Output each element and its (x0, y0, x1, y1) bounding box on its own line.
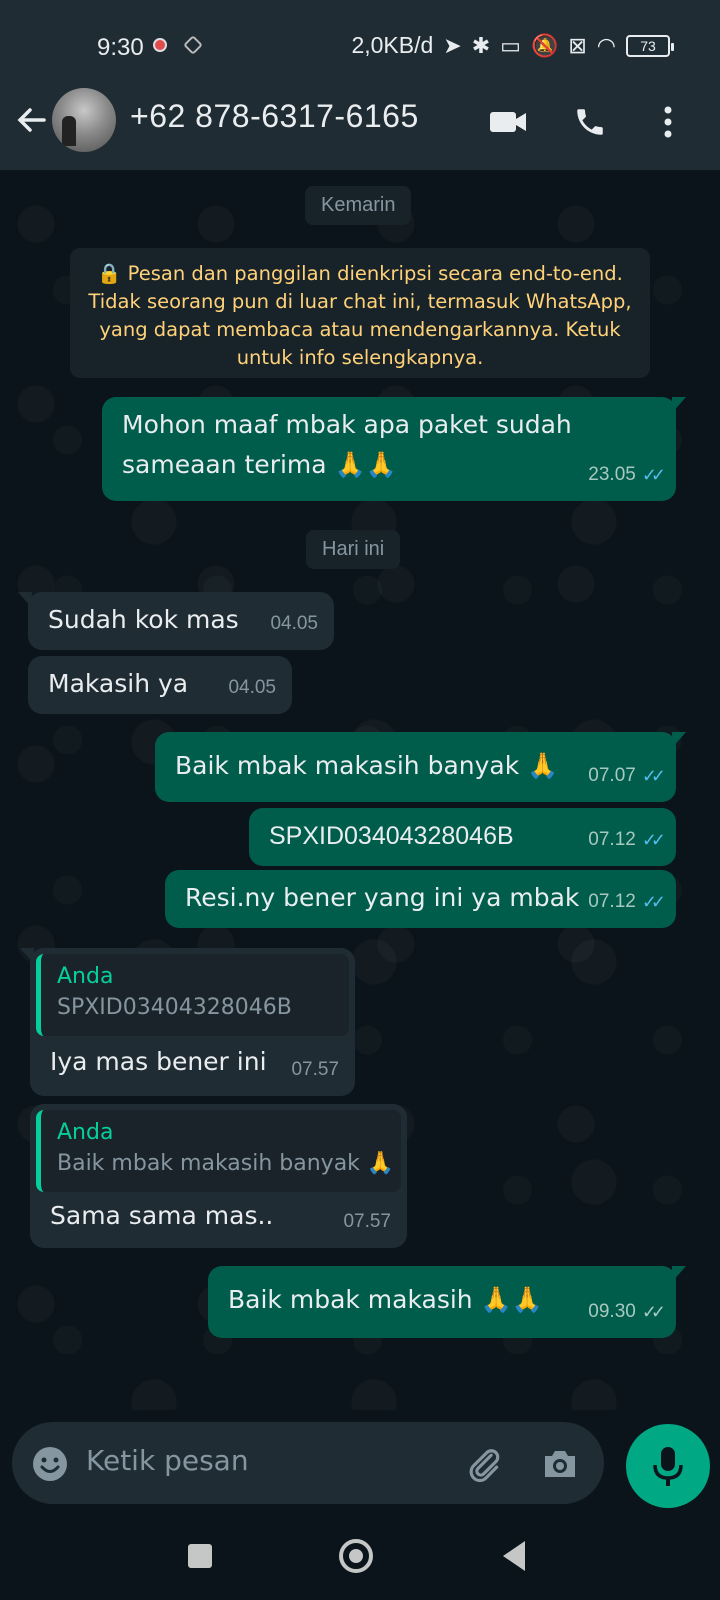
message-text: Makasih ya (48, 669, 189, 698)
message-time: 07.57 (291, 1059, 339, 1080)
message-meta: 04.05 (228, 668, 276, 708)
message-bubble-incoming-reply[interactable]: Anda Baik mbak makasih banyak 🙏 Sama sam… (30, 1104, 407, 1248)
message-composer: Ketik pesan (12, 1422, 604, 1504)
bubble-tail (672, 732, 686, 748)
vibrate-icon: ▭ (500, 32, 521, 58)
message-meta: 07.12 ✓✓ (588, 820, 666, 860)
message-meta: 09.30 ✓✓ (588, 1292, 666, 1332)
bluetooth-icon: ✱ (471, 32, 491, 58)
more-vert-icon[interactable] (646, 100, 690, 144)
network-speed: 2,0KB/d (351, 32, 434, 58)
message-bubble-outgoing[interactable]: Mohon maaf mbak apa paket sudah sameaan … (102, 397, 686, 501)
message-bubble-incoming-reply[interactable]: Anda SPXID03404328046B Iya mas bener ini… (20, 948, 355, 1096)
message-input[interactable]: Ketik pesan (86, 1444, 249, 1477)
mute-icon: 🔕 (530, 32, 559, 58)
message-meta: 07.57 (343, 1202, 391, 1242)
bubble-tail (20, 948, 34, 964)
chat-area[interactable]: Kemarin 🔒 Pesan dan panggilan dienkripsi… (0, 170, 720, 1410)
message-time: 04.05 (228, 677, 276, 698)
message-time: 07.12 (588, 829, 636, 850)
notification-icon (153, 38, 167, 52)
bubble-tail (672, 1266, 686, 1282)
encryption-notice[interactable]: 🔒 Pesan dan panggilan dienkripsi secara … (70, 248, 650, 378)
message-text: Mohon maaf mbak apa paket sudah sameaan … (122, 410, 572, 479)
message-bubble-outgoing[interactable]: Resi.ny bener yang ini ya mbak 07.12 ✓✓ (165, 870, 676, 928)
message-bubble-incoming[interactable]: Sudah kok mas 04.05 (18, 592, 334, 650)
quote-author: Anda (57, 964, 114, 989)
back-button[interactable] (492, 1534, 536, 1578)
delivered-ticks-icon: ✓✓ (641, 1302, 666, 1322)
sync-icon (183, 35, 203, 55)
message-time: 09.30 (588, 1301, 636, 1322)
quote-author: Anda (57, 1120, 114, 1145)
system-nav-bar (0, 1510, 720, 1600)
date-chip-today: Hari ini (306, 530, 401, 569)
emoji-icon[interactable] (28, 1442, 72, 1486)
message-text: SPXID03404328046B (269, 822, 514, 850)
battery-icon: 73 (626, 34, 674, 57)
message-bubble-incoming[interactable]: Makasih ya 04.05 (28, 656, 292, 714)
attach-icon[interactable] (462, 1442, 506, 1486)
message-meta: 07.57 (291, 1050, 339, 1090)
home-button[interactable] (334, 1534, 378, 1578)
message-text: Baik mbak makasih 🙏🙏 (228, 1285, 543, 1314)
camera-icon[interactable] (538, 1442, 582, 1486)
contact-name[interactable]: +62 878-6317-6165 (130, 98, 419, 135)
status-time: 9:30 (97, 34, 144, 61)
message-text: Iya mas bener ini (50, 1047, 267, 1076)
quoted-message[interactable]: Anda SPXID03404328046B (36, 954, 349, 1036)
quote-text: Baik mbak makasih banyak 🙏 (57, 1151, 395, 1176)
quote-text: SPXID03404328046B (57, 995, 292, 1020)
mic-icon (653, 1447, 683, 1486)
read-ticks-icon: ✓✓ (641, 892, 666, 912)
message-bubble-outgoing[interactable]: Baik mbak makasih 🙏🙏 09.30 ✓✓ (208, 1266, 686, 1338)
message-meta: 07.07 ✓✓ (588, 756, 666, 796)
message-meta: 04.05 (270, 604, 318, 644)
read-ticks-icon: ✓✓ (641, 766, 666, 786)
message-time: 07.07 (588, 765, 636, 786)
no-sim-icon: ⊠ (568, 32, 587, 58)
status-bar: 9:30 2,0KB/d ➤ ✱ ▭ 🔕 ⊠ ◠ 73 (0, 0, 720, 88)
read-ticks-icon: ✓✓ (641, 465, 666, 485)
recents-button[interactable] (178, 1534, 222, 1578)
mic-button[interactable] (626, 1424, 710, 1508)
message-text: Resi.ny bener yang ini ya mbak (185, 883, 580, 912)
message-time: 23.05 (588, 464, 636, 485)
bubble-tail (18, 592, 32, 608)
message-time: 07.57 (343, 1211, 391, 1232)
message-bubble-outgoing[interactable]: SPXID03404328046B 07.12 ✓✓ (249, 808, 676, 866)
video-call-icon[interactable] (486, 100, 530, 144)
back-arrow-icon[interactable] (14, 102, 54, 142)
message-text: Sudah kok mas (48, 605, 239, 634)
message-time: 04.05 (270, 613, 318, 634)
bubble-tail (672, 397, 686, 413)
read-ticks-icon: ✓✓ (641, 830, 666, 850)
location-icon: ➤ (443, 32, 462, 58)
message-time: 07.12 (588, 891, 636, 912)
message-meta: 07.12 ✓✓ (588, 882, 666, 922)
message-text: Sama sama mas.. (50, 1201, 274, 1230)
message-text: Baik mbak makasih banyak 🙏 (175, 751, 559, 780)
wifi-icon: ◠ (596, 32, 616, 58)
date-chip-yesterday: Kemarin (305, 186, 412, 225)
quoted-message[interactable]: Anda Baik mbak makasih banyak 🙏 (36, 1110, 401, 1192)
chat-header: +62 878-6317-6165 (0, 88, 720, 170)
message-meta: 23.05 ✓✓ (588, 455, 666, 495)
avatar[interactable] (52, 88, 116, 152)
phone-call-icon[interactable] (568, 100, 612, 144)
message-bubble-outgoing[interactable]: Baik mbak makasih banyak 🙏 07.07 ✓✓ (155, 732, 686, 802)
